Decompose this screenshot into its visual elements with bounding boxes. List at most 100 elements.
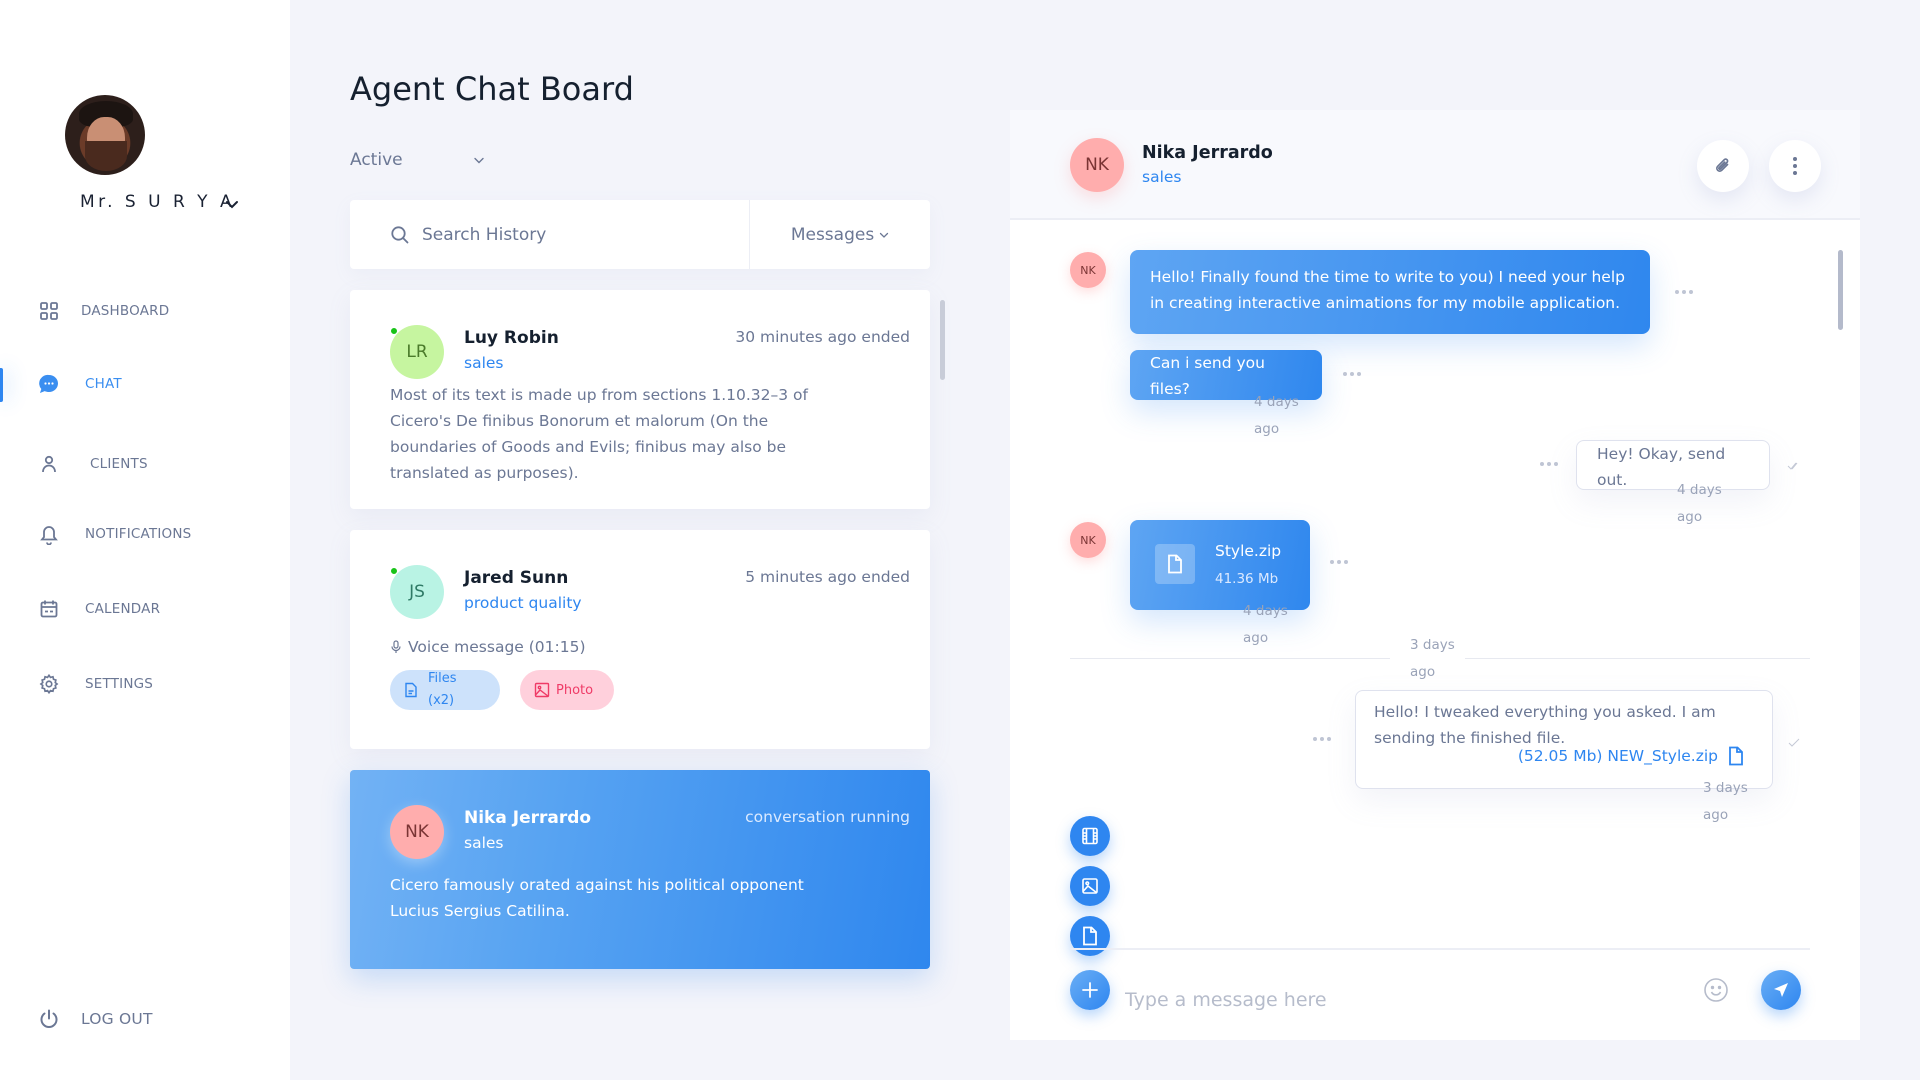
conversation-time: 30 minutes ago ended bbox=[735, 328, 910, 346]
conversation-card[interactable]: JS Jared Sunn product quality 5 minutes … bbox=[350, 530, 930, 749]
conversation-list-scrollbar[interactable] bbox=[940, 300, 945, 380]
message-options[interactable] bbox=[1330, 560, 1350, 566]
contact-department: product quality bbox=[464, 594, 582, 612]
check-icon bbox=[1788, 738, 1800, 747]
microphone-icon bbox=[391, 640, 401, 653]
chevron-down-icon[interactable] bbox=[224, 196, 240, 212]
sidebar-item-dashboard[interactable]: DASHBOARD bbox=[0, 289, 290, 333]
search-bar: Messages bbox=[350, 200, 930, 269]
composer-divider bbox=[1070, 948, 1810, 950]
attach-video-button[interactable] bbox=[1070, 816, 1110, 856]
sidebar-item-chat[interactable]: CHAT bbox=[0, 362, 290, 406]
logout-button[interactable]: LOG OUT bbox=[0, 997, 290, 1041]
sidebar: Mr. S U R Y A DASHBOARD CHAT CLIENTS NOT… bbox=[0, 0, 290, 1080]
send-arrow-icon bbox=[1774, 983, 1788, 997]
message-input[interactable] bbox=[1125, 980, 1685, 1020]
gear-icon bbox=[38, 673, 60, 695]
file-icon bbox=[405, 682, 417, 698]
chat-scrollbar[interactable] bbox=[1838, 250, 1843, 330]
contact-name: Nika Jerrardo bbox=[464, 808, 592, 828]
contact-avatar: NK bbox=[1070, 138, 1124, 192]
image-icon bbox=[534, 682, 550, 698]
sidebar-item-notifications[interactable]: NOTIFICATIONS bbox=[0, 512, 290, 556]
photo-chip-label: Photo bbox=[556, 682, 594, 698]
avatar: LR bbox=[390, 325, 444, 379]
message-options[interactable] bbox=[1343, 372, 1363, 378]
sidebar-item-clients[interactable]: CLIENTS bbox=[0, 442, 290, 486]
attachment-label: (52.05 Mb) NEW_Style.zip bbox=[1517, 747, 1718, 765]
date-divider bbox=[1465, 658, 1810, 659]
contact-department: sales bbox=[464, 834, 504, 852]
sidebar-item-label: CHAT bbox=[85, 376, 122, 392]
chat-contact-name: Nika Jerrardo bbox=[1142, 143, 1273, 163]
attach-file-button[interactable] bbox=[1070, 916, 1110, 956]
chevron-down-icon bbox=[880, 232, 889, 238]
search-field bbox=[350, 200, 750, 269]
message-options[interactable] bbox=[1313, 737, 1333, 743]
attach-image-button[interactable] bbox=[1070, 866, 1110, 906]
power-icon bbox=[38, 1008, 60, 1030]
sidebar-item-label: SETTINGS bbox=[85, 676, 154, 692]
photo-chip[interactable]: Photo bbox=[520, 670, 614, 710]
search-input[interactable] bbox=[422, 224, 722, 245]
active-indicator bbox=[0, 368, 3, 402]
files-chip[interactable]: Files (x2) bbox=[390, 670, 500, 710]
chevron-down-icon bbox=[473, 157, 484, 164]
message-preview: Cicero famously orated against his polit… bbox=[390, 876, 804, 920]
contact-name: Jared Sunn bbox=[464, 568, 569, 588]
message-avatar: NK bbox=[1070, 252, 1106, 288]
conversation-status: conversation running bbox=[745, 808, 910, 826]
status-filter-value: Active bbox=[350, 150, 403, 170]
avatar: NK bbox=[390, 805, 444, 859]
voice-message-label: Voice message (01:15) bbox=[408, 638, 586, 656]
message-options[interactable] bbox=[1675, 290, 1695, 296]
more-options-button[interactable] bbox=[1769, 140, 1821, 192]
calendar-icon bbox=[38, 598, 60, 620]
divider-timestamp: 3 days ago bbox=[1410, 637, 1455, 680]
emoji-icon[interactable] bbox=[1703, 977, 1729, 1003]
add-attachment-button[interactable] bbox=[1070, 970, 1110, 1010]
file-message[interactable]: Style.zip 41.36 Mb bbox=[1130, 520, 1310, 610]
conversation-time: 5 minutes ago ended bbox=[745, 568, 910, 586]
bell-icon bbox=[38, 523, 60, 545]
file-size: 41.36 Mb bbox=[1215, 571, 1279, 587]
search-icon bbox=[391, 225, 409, 243]
conversation-card[interactable]: LR Luy Robin sales 30 minutes ago ended … bbox=[350, 290, 930, 509]
message-timestamp: 3 days ago bbox=[1703, 780, 1748, 823]
user-avatar[interactable] bbox=[65, 95, 145, 175]
status-filter-dropdown[interactable]: Active bbox=[350, 150, 485, 170]
more-vertical-icon bbox=[1793, 157, 1797, 175]
file-icon bbox=[1729, 746, 1743, 766]
file-name: Style.zip bbox=[1215, 542, 1282, 560]
user-name: Mr. S U R Y A bbox=[80, 192, 236, 212]
online-indicator bbox=[390, 567, 398, 575]
attach-button[interactable] bbox=[1697, 140, 1749, 192]
outgoing-message: Hey! Okay, send out. bbox=[1576, 440, 1770, 490]
chat-panel: NK Nika Jerrardo sales NK Hello! Finally… bbox=[1010, 110, 1860, 1040]
message-timestamp: 4 days ago bbox=[1243, 603, 1288, 646]
attachment-link[interactable]: (52.05 Mb) NEW_Style.zip bbox=[1518, 743, 1744, 769]
file-icon bbox=[1083, 926, 1097, 946]
voice-message[interactable]: Voice message (01:15) bbox=[390, 638, 586, 656]
film-icon bbox=[1082, 827, 1098, 845]
image-icon bbox=[1082, 878, 1098, 894]
incoming-message: Hello! Finally found the time to write t… bbox=[1130, 250, 1650, 334]
file-icon bbox=[1155, 544, 1195, 584]
sidebar-item-calendar[interactable]: CALENDAR bbox=[0, 587, 290, 631]
message-timestamp: 4 days ago bbox=[1677, 482, 1722, 525]
conversation-card-active[interactable]: NK Nika Jerrardo sales conversation runn… bbox=[350, 770, 930, 969]
sidebar-item-label: CALENDAR bbox=[85, 601, 161, 617]
chat-bubble-icon bbox=[38, 373, 60, 395]
messages-type-value: Messages bbox=[790, 224, 875, 245]
message-options[interactable] bbox=[1540, 462, 1560, 468]
paperclip-icon bbox=[1716, 158, 1729, 172]
page-title: Agent Chat Board bbox=[350, 70, 634, 108]
contact-department: sales bbox=[464, 354, 504, 372]
logout-label: LOG OUT bbox=[81, 1010, 153, 1028]
messages-type-dropdown[interactable]: Messages bbox=[750, 200, 930, 269]
files-chip-label: Files (x2) bbox=[428, 671, 457, 708]
chat-contact-department: sales bbox=[1142, 168, 1182, 186]
send-button[interactable] bbox=[1761, 970, 1801, 1010]
sidebar-item-settings[interactable]: SETTINGS bbox=[0, 662, 290, 706]
contact-name: Luy Robin bbox=[464, 328, 559, 348]
